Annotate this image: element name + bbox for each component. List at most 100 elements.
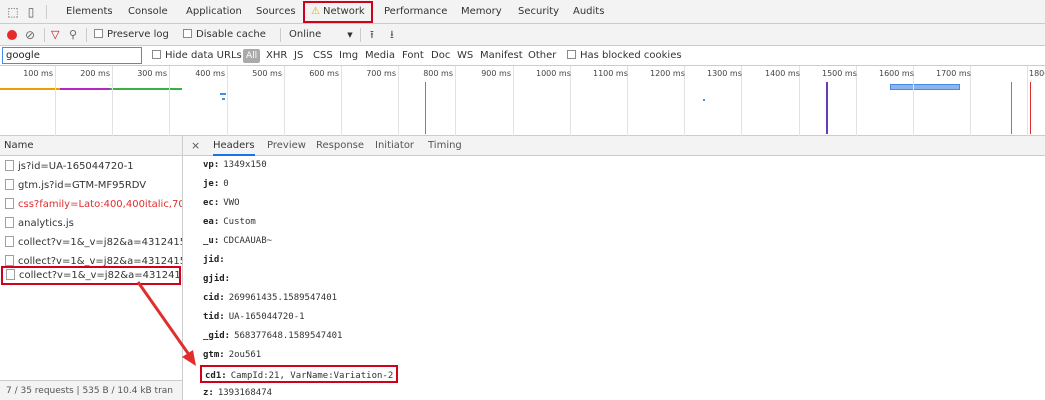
has-blocked-cookies-checkbox[interactable]: Has blocked cookies: [567, 46, 682, 66]
tab-memory[interactable]: Memory: [461, 0, 502, 24]
tab-application[interactable]: Application: [186, 0, 242, 24]
checkbox-icon: [152, 50, 161, 59]
timeline-tick-label: 1600 ms: [879, 69, 914, 78]
divider: [46, 5, 47, 19]
document-icon: [5, 217, 14, 228]
request-row[interactable]: gtm.js?id=GTM-MF95RDV: [0, 176, 182, 195]
filter-input[interactable]: [2, 47, 142, 64]
request-row[interactable]: analytics.js: [0, 214, 182, 233]
filter-xhr-button[interactable]: XHR: [266, 46, 287, 66]
name-column-header[interactable]: Name: [0, 136, 182, 156]
filter-doc-button[interactable]: Doc: [431, 46, 450, 66]
filter-icon[interactable]: ▽: [51, 24, 59, 46]
disable-cache-checkbox[interactable]: Disable cache: [183, 24, 266, 46]
tab-response[interactable]: Response: [316, 136, 364, 156]
request-row[interactable]: collect?v=1&_v=j82&a=4312415...: [0, 233, 182, 252]
timeline-tick: [55, 66, 56, 136]
filter-css-button[interactable]: CSS: [313, 46, 333, 66]
search-icon[interactable]: ⚲: [69, 24, 77, 46]
request-name: css?family=Lato:400,400italic,700,...: [18, 199, 182, 210]
document-icon: [5, 160, 14, 171]
request-row[interactable]: css?family=Lato:400,400italic,700,...: [0, 195, 182, 214]
document-icon: [5, 255, 14, 266]
request-detail-pane: × Headers Preview Response Initiator Tim…: [183, 136, 1045, 400]
timeline-tick-label: 1200 ms: [650, 69, 685, 78]
query-param-row-highlighted: cd1: CampId:21, VarName:Variation-2: [200, 365, 399, 383]
timeline-tick-label: 1000 ms: [536, 69, 571, 78]
timeline-tick-label: 1500 ms: [822, 69, 857, 78]
dom-content-loaded-line: [425, 82, 426, 134]
query-param-row: _u: CDCAAUAB~: [203, 232, 272, 250]
timeline-overview[interactable]: 100 ms 200 ms 300 ms 400 ms 500 ms 600 ms 700 …: [0, 66, 1045, 136]
tab-audits[interactable]: Audits: [573, 0, 604, 24]
timeline-bar: [110, 88, 182, 90]
preserve-log-checkbox[interactable]: Preserve log: [94, 24, 169, 46]
tab-performance[interactable]: Performance: [384, 0, 447, 24]
inspect-element-icon[interactable]: ⬚: [6, 5, 20, 19]
request-row[interactable]: js?id=UA-165044720-1: [0, 157, 182, 176]
timeline-bar: [220, 93, 226, 95]
request-row-selected[interactable]: collect?v=1&_v=j82&a=4312415...: [1, 266, 181, 285]
query-param-value: VWO: [223, 198, 240, 208]
query-param-key: cd1:: [205, 371, 227, 381]
event-line: [826, 82, 828, 134]
timeline-tick-label: 200 ms: [80, 69, 110, 78]
filter-all-button[interactable]: All: [243, 49, 261, 63]
tab-initiator[interactable]: Initiator: [375, 136, 414, 156]
filter-manifest-button[interactable]: Manifest: [480, 46, 523, 66]
timeline-tick-label: 1800: [1029, 69, 1045, 78]
filter-ws-button[interactable]: WS: [457, 46, 473, 66]
query-param-row: ea: Custom: [203, 213, 256, 231]
tab-elements[interactable]: Elements: [66, 0, 113, 24]
filter-img-button[interactable]: Img: [339, 46, 358, 66]
document-icon: [5, 236, 14, 247]
timeline-tick: [513, 66, 514, 136]
record-button[interactable]: [7, 30, 17, 40]
event-line: [1011, 82, 1012, 134]
timeline-tick-label: 500 ms: [252, 69, 282, 78]
timeline-tick-label: 700 ms: [366, 69, 396, 78]
tab-headers[interactable]: Headers: [213, 136, 255, 156]
query-param-value: Custom: [223, 217, 256, 227]
query-param-key: gjid:: [203, 274, 231, 284]
device-toolbar-icon[interactable]: ▯: [24, 5, 38, 19]
timeline-tick-label: 400 ms: [195, 69, 225, 78]
tab-security[interactable]: Security: [518, 0, 559, 24]
request-name: analytics.js: [18, 218, 74, 229]
import-har-icon[interactable]: ⭱: [370, 24, 374, 46]
chevron-down-icon: ▼: [347, 31, 353, 39]
timeline-tick: [1027, 66, 1028, 136]
close-icon[interactable]: ×: [191, 136, 200, 156]
timeline-tick: [112, 66, 113, 136]
status-bar: 7 / 35 requests | 535 B / 10.4 kB tran: [0, 380, 182, 400]
tab-console[interactable]: Console: [128, 0, 168, 24]
filter-bar: Hide data URLs All XHR JS CSS Img Media …: [0, 46, 1045, 66]
query-param-row: gtm: 2ou561: [203, 346, 261, 364]
tab-sources[interactable]: Sources: [256, 0, 296, 24]
document-icon: [6, 269, 15, 280]
hide-data-urls-checkbox[interactable]: Hide data URLs: [152, 46, 242, 66]
tab-network-label: Network: [322, 6, 365, 17]
tab-timing[interactable]: Timing: [428, 136, 462, 156]
query-param-value: 568377648.1589547401: [234, 331, 343, 341]
clear-icon[interactable]: ⊘: [25, 24, 35, 46]
request-name: js?id=UA-165044720-1: [18, 161, 134, 172]
filter-media-button[interactable]: Media: [365, 46, 395, 66]
filter-other-button[interactable]: Other: [528, 46, 556, 66]
tab-network[interactable]: ⚠ Network: [303, 1, 373, 23]
query-param-value: UA-165044720-1: [228, 312, 305, 322]
query-param-value: 2ou561: [228, 350, 262, 360]
timeline-selection[interactable]: [890, 84, 960, 90]
timeline-tick: [455, 66, 456, 136]
query-param-row: ec: VWO: [203, 194, 240, 212]
throttling-value: Online: [289, 29, 322, 40]
filter-font-button[interactable]: Font: [402, 46, 424, 66]
tab-preview[interactable]: Preview: [267, 136, 306, 156]
export-har-icon[interactable]: ⭳: [390, 24, 394, 46]
throttling-select[interactable]: Online ▼: [289, 24, 353, 46]
timeline-tick-label: 600 ms: [309, 69, 339, 78]
query-param-key: _u:: [203, 236, 220, 246]
query-param-row: tid: UA-165044720-1: [203, 308, 305, 326]
filter-js-button[interactable]: JS: [294, 46, 303, 66]
query-param-key: gtm:: [203, 350, 225, 360]
